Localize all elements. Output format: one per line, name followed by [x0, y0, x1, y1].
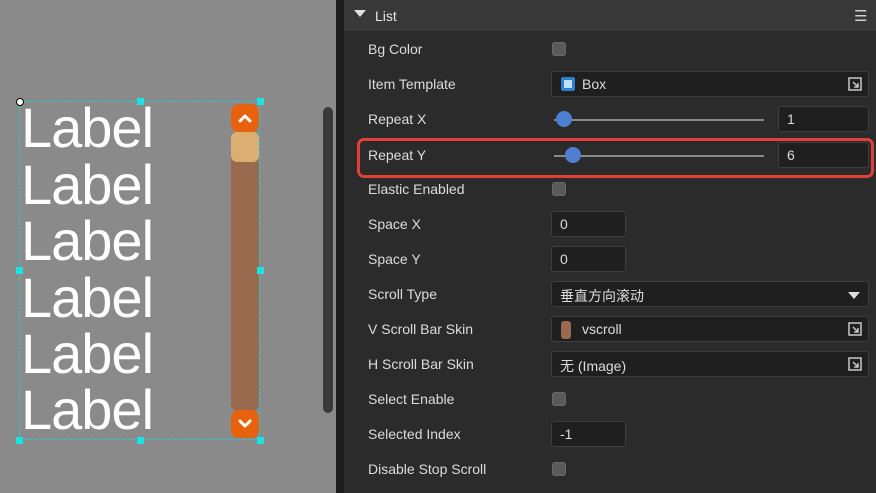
scene-canvas[interactable]: Label Label Label Label Label Label: [0, 0, 336, 493]
row-space-x: Space X 0: [344, 207, 876, 242]
row-item-template: Item Template Box: [344, 67, 876, 102]
repeat-x-input[interactable]: 1: [778, 106, 869, 132]
select-enable-label: Select Enable: [368, 391, 455, 407]
scroll-type-value: 垂直方向滚动: [560, 288, 644, 304]
space-x-label: Space X: [368, 216, 421, 232]
item-template-label: Item Template: [368, 76, 456, 92]
resize-handle-top[interactable]: [137, 98, 144, 105]
row-h-scroll-bar-skin: H Scroll Bar Skin 无 (Image): [344, 347, 876, 382]
row-bg-color: Bg Color: [344, 32, 876, 67]
h-scroll-bar-skin-value: 无 (Image): [560, 358, 627, 374]
property-panel: List ☰ Bg Color Item Template Box Repeat…: [344, 0, 876, 493]
selected-index-label: Selected Index: [368, 426, 461, 442]
row-select-enable: Select Enable: [344, 382, 876, 417]
collapse-arrow-icon[interactable]: [354, 10, 366, 17]
repeat-x-slider[interactable]: [554, 119, 764, 121]
select-enable-checkbox[interactable]: [552, 392, 566, 406]
selected-index-input[interactable]: -1: [551, 421, 626, 447]
item-template-field[interactable]: Box: [551, 71, 869, 97]
scroll-type-select[interactable]: 垂直方向滚动: [551, 281, 869, 307]
link-picker-icon[interactable]: [848, 357, 862, 371]
row-v-scroll-bar-skin: V Scroll Bar Skin vscroll: [344, 312, 876, 347]
row-space-y: Space Y 0: [344, 242, 876, 277]
resize-handle-bottom-left[interactable]: [16, 437, 23, 444]
section-header[interactable]: List ☰: [344, 0, 876, 31]
disable-stop-scroll-checkbox[interactable]: [552, 462, 566, 476]
row-repeat-x: Repeat X 1: [344, 102, 876, 137]
disable-stop-scroll-label: Disable Stop Scroll: [368, 461, 487, 477]
pivot-handle[interactable]: [16, 98, 24, 106]
v-scroll-bar-skin-value: vscroll: [582, 321, 622, 337]
link-picker-icon[interactable]: [848, 77, 862, 91]
v-scroll-bar-skin-field[interactable]: vscroll: [551, 316, 869, 342]
v-scroll-bar-skin-label: V Scroll Bar Skin: [368, 321, 474, 337]
bg-color-label: Bg Color: [368, 41, 423, 57]
resize-handle-right[interactable]: [257, 267, 264, 274]
section-title: List: [375, 8, 397, 24]
resize-handle-left[interactable]: [16, 267, 23, 274]
space-x-input[interactable]: 0: [551, 211, 626, 237]
panel-divider[interactable]: [336, 0, 344, 493]
bg-color-checkbox[interactable]: [552, 42, 566, 56]
row-disable-stop-scroll: Disable Stop Scroll: [344, 452, 876, 487]
h-scroll-bar-skin-label: H Scroll Bar Skin: [368, 356, 474, 372]
elastic-enabled-checkbox[interactable]: [552, 182, 566, 196]
resize-handle-bottom[interactable]: [137, 437, 144, 444]
repeat-x-slider-knob[interactable]: [556, 111, 572, 127]
space-y-input[interactable]: 0: [551, 246, 626, 272]
row-scroll-type: Scroll Type 垂直方向滚动: [344, 277, 876, 312]
h-scroll-bar-skin-field[interactable]: 无 (Image): [551, 351, 869, 377]
canvas-scrollbar[interactable]: [323, 107, 333, 413]
selection-box[interactable]: [19, 101, 260, 440]
row-selected-index: Selected Index -1: [344, 417, 876, 452]
link-picker-icon[interactable]: [848, 322, 862, 336]
item-template-value: Box: [582, 76, 607, 92]
space-y-label: Space Y: [368, 251, 421, 267]
elastic-enabled-label: Elastic Enabled: [368, 181, 465, 197]
resize-handle-bottom-right[interactable]: [257, 437, 264, 444]
highlight-annotation: [357, 138, 874, 178]
prefab-icon: [561, 77, 575, 91]
scroll-type-label: Scroll Type: [368, 286, 437, 302]
repeat-x-label: Repeat X: [368, 111, 427, 127]
skin-swatch-icon: [561, 321, 571, 339]
resize-handle-top-right[interactable]: [257, 98, 264, 105]
dropdown-arrow-icon: [848, 292, 860, 299]
hamburger-icon[interactable]: ☰: [854, 7, 867, 25]
